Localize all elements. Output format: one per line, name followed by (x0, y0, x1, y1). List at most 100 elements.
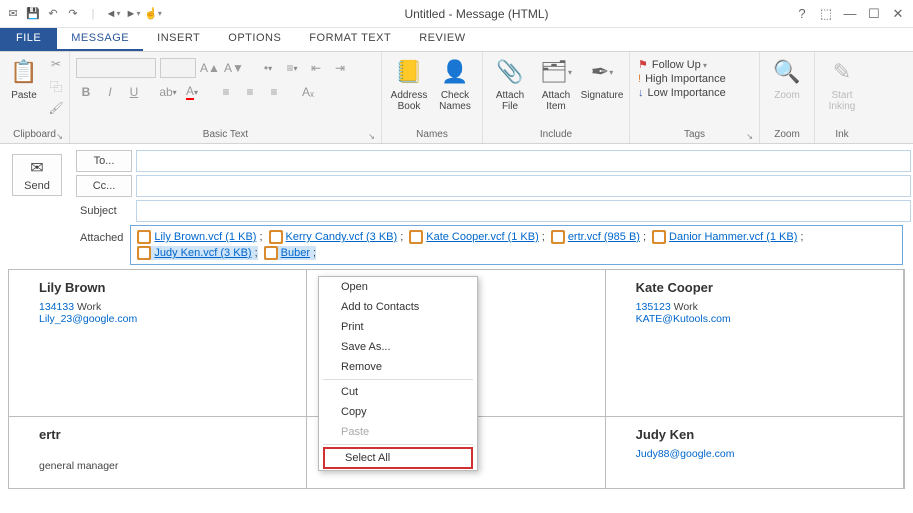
qat-undo-icon[interactable]: ↶ (44, 5, 62, 23)
maximize-icon[interactable]: ☐ (863, 4, 885, 24)
qat-sep: | (84, 5, 102, 23)
low-importance-button[interactable]: ↓Low Importance (638, 87, 726, 99)
grow-font-icon[interactable]: A▲ (200, 58, 220, 78)
context-menu: Open Add to Contacts Print Save As... Re… (318, 276, 478, 471)
ctx-separator (323, 444, 473, 445)
to-field[interactable] (136, 150, 911, 172)
group-include: Include (489, 129, 623, 141)
tab-insert[interactable]: INSERT (143, 28, 214, 51)
vcf-icon (551, 230, 565, 244)
highlight-icon[interactable]: ab (158, 82, 178, 102)
contact-phone: 134133 Work (39, 301, 286, 313)
attachment-link[interactable]: Lily Brown.vcf (1 KB) (154, 231, 256, 243)
ctx-print[interactable]: Print (319, 317, 477, 337)
start-inking-button[interactable]: ✎ Start Inking (821, 54, 863, 114)
follow-up-button[interactable]: ⚑Follow Up (638, 58, 707, 71)
attachment-item[interactable]: Kerry Candy.vcf (3 KB); (269, 230, 404, 244)
copy-icon[interactable]: ⿻ (46, 76, 66, 96)
tab-message[interactable]: MESSAGE (57, 28, 143, 51)
attachment-link[interactable]: Danior Hammer.vcf (1 KB) (669, 231, 797, 243)
attachment-link[interactable]: Kerry Candy.vcf (3 KB) (286, 231, 398, 243)
attachment-item[interactable]: Kate Cooper.vcf (1 KB); (409, 230, 545, 244)
ctx-paste: Paste (319, 422, 477, 442)
subject-field[interactable] (136, 200, 911, 222)
bullets-icon[interactable]: • (258, 58, 278, 78)
font-color-icon[interactable]: A (182, 82, 202, 102)
ctx-select-all[interactable]: Select All (323, 447, 473, 469)
signature-button[interactable]: ✒ Signature (581, 54, 623, 103)
zoom-button[interactable]: 🔍 Zoom (766, 54, 808, 103)
underline-icon[interactable]: U (124, 82, 144, 102)
paste-icon: 📋 (8, 56, 40, 88)
ctx-add-to-contacts[interactable]: Add to Contacts (319, 297, 477, 317)
qat-touch-icon[interactable]: ☝ (144, 5, 162, 23)
tab-format-text[interactable]: FORMAT TEXT (295, 28, 405, 51)
align-left-icon[interactable]: ≡ (216, 82, 236, 102)
font-family-select[interactable] (76, 58, 156, 78)
ribbon-toggle-icon[interactable]: ⬚ (815, 4, 837, 24)
align-center-icon[interactable]: ≡ (240, 82, 260, 102)
help-icon[interactable]: ? (791, 4, 813, 24)
cc-field[interactable] (136, 175, 911, 197)
attach-file-button[interactable]: 📎 Attach File (489, 54, 531, 114)
paste-button[interactable]: 📋 Paste (6, 54, 42, 103)
clear-format-icon[interactable]: Aₓ (298, 82, 318, 102)
basictext-launcher-icon[interactable]: ↘ (368, 132, 375, 141)
ctx-save-as[interactable]: Save As... (319, 337, 477, 357)
attachments-box[interactable]: Lily Brown.vcf (1 KB); Kerry Candy.vcf (3… (130, 225, 903, 265)
ctx-remove[interactable]: Remove (319, 357, 477, 377)
high-importance-button[interactable]: !High Importance (638, 73, 726, 85)
attachment-item[interactable]: Danior Hammer.vcf (1 KB); (652, 230, 803, 244)
clipboard-launcher-icon[interactable]: ↘ (56, 132, 63, 141)
send-button[interactable]: ✉ Send (12, 154, 62, 196)
attachment-item[interactable]: Buber; (264, 246, 316, 260)
attach-item-button[interactable]: 🗂 Attach Item (535, 54, 577, 114)
minimize-icon[interactable]: — (839, 4, 861, 24)
shrink-font-icon[interactable]: A▼ (224, 58, 244, 78)
address-book-button[interactable]: 📒 Address Book (388, 54, 430, 114)
contact-email[interactable]: Judy88@google.com (636, 448, 883, 460)
contact-phone: 135123 Work (636, 301, 883, 313)
tab-options[interactable]: OPTIONS (214, 28, 295, 51)
attachment-link[interactable]: Buber (281, 247, 310, 259)
tab-file[interactable]: FILE (0, 28, 57, 51)
group-ink: Ink (821, 129, 863, 141)
to-button[interactable]: To... (76, 150, 132, 172)
qat-next-icon[interactable]: ► (124, 5, 142, 23)
cc-button[interactable]: Cc... (76, 175, 132, 197)
ctx-open[interactable]: Open (319, 277, 477, 297)
numbering-icon[interactable]: ≡ (282, 58, 302, 78)
tab-review[interactable]: REVIEW (405, 28, 479, 51)
qat-save-icon[interactable]: 💾 (24, 5, 42, 23)
close-icon[interactable]: ✕ (887, 4, 909, 24)
attachment-link[interactable]: Judy Ken.vcf (3 KB) (154, 247, 251, 259)
format-painter-icon[interactable]: 🖌 (46, 98, 66, 118)
group-zoom: Zoom (766, 129, 808, 141)
indent-icon[interactable]: ⇥ (330, 58, 350, 78)
attachment-item[interactable]: Judy Ken.vcf (3 KB); (137, 246, 257, 260)
outdent-icon[interactable]: ⇤ (306, 58, 326, 78)
qat-redo-icon[interactable]: ↷ (64, 5, 82, 23)
ctx-cut[interactable]: Cut (319, 382, 477, 402)
subject-label: Subject (76, 200, 132, 222)
cut-icon[interactable]: ✂ (46, 54, 66, 74)
ctx-copy[interactable]: Copy (319, 402, 477, 422)
attachment-item[interactable]: ertr.vcf (985 B); (551, 230, 646, 244)
bold-icon[interactable]: B (76, 82, 96, 102)
contact-card: Kate Cooper135123 WorkKATE@Kutools.com (605, 269, 904, 417)
qat-prev-icon[interactable]: ◄ (104, 5, 122, 23)
attachment-link[interactable]: Kate Cooper.vcf (1 KB) (426, 231, 539, 243)
check-names-button[interactable]: 👤 Check Names (434, 54, 476, 114)
check-names-icon: 👤 (439, 56, 471, 88)
address-book-icon: 📒 (393, 56, 425, 88)
vcf-icon (269, 230, 283, 244)
attachment-item[interactable]: Lily Brown.vcf (1 KB); (137, 230, 262, 244)
contact-email[interactable]: KATE@Kutools.com (636, 313, 883, 325)
tags-launcher-icon[interactable]: ↘ (746, 132, 753, 141)
contact-email[interactable]: Lily_23@google.com (39, 313, 286, 325)
align-right-icon[interactable]: ≡ (264, 82, 284, 102)
italic-icon[interactable]: I (100, 82, 120, 102)
font-size-select[interactable] (160, 58, 196, 78)
ctx-separator (323, 379, 473, 380)
attachment-link[interactable]: ertr.vcf (985 B) (568, 231, 640, 243)
